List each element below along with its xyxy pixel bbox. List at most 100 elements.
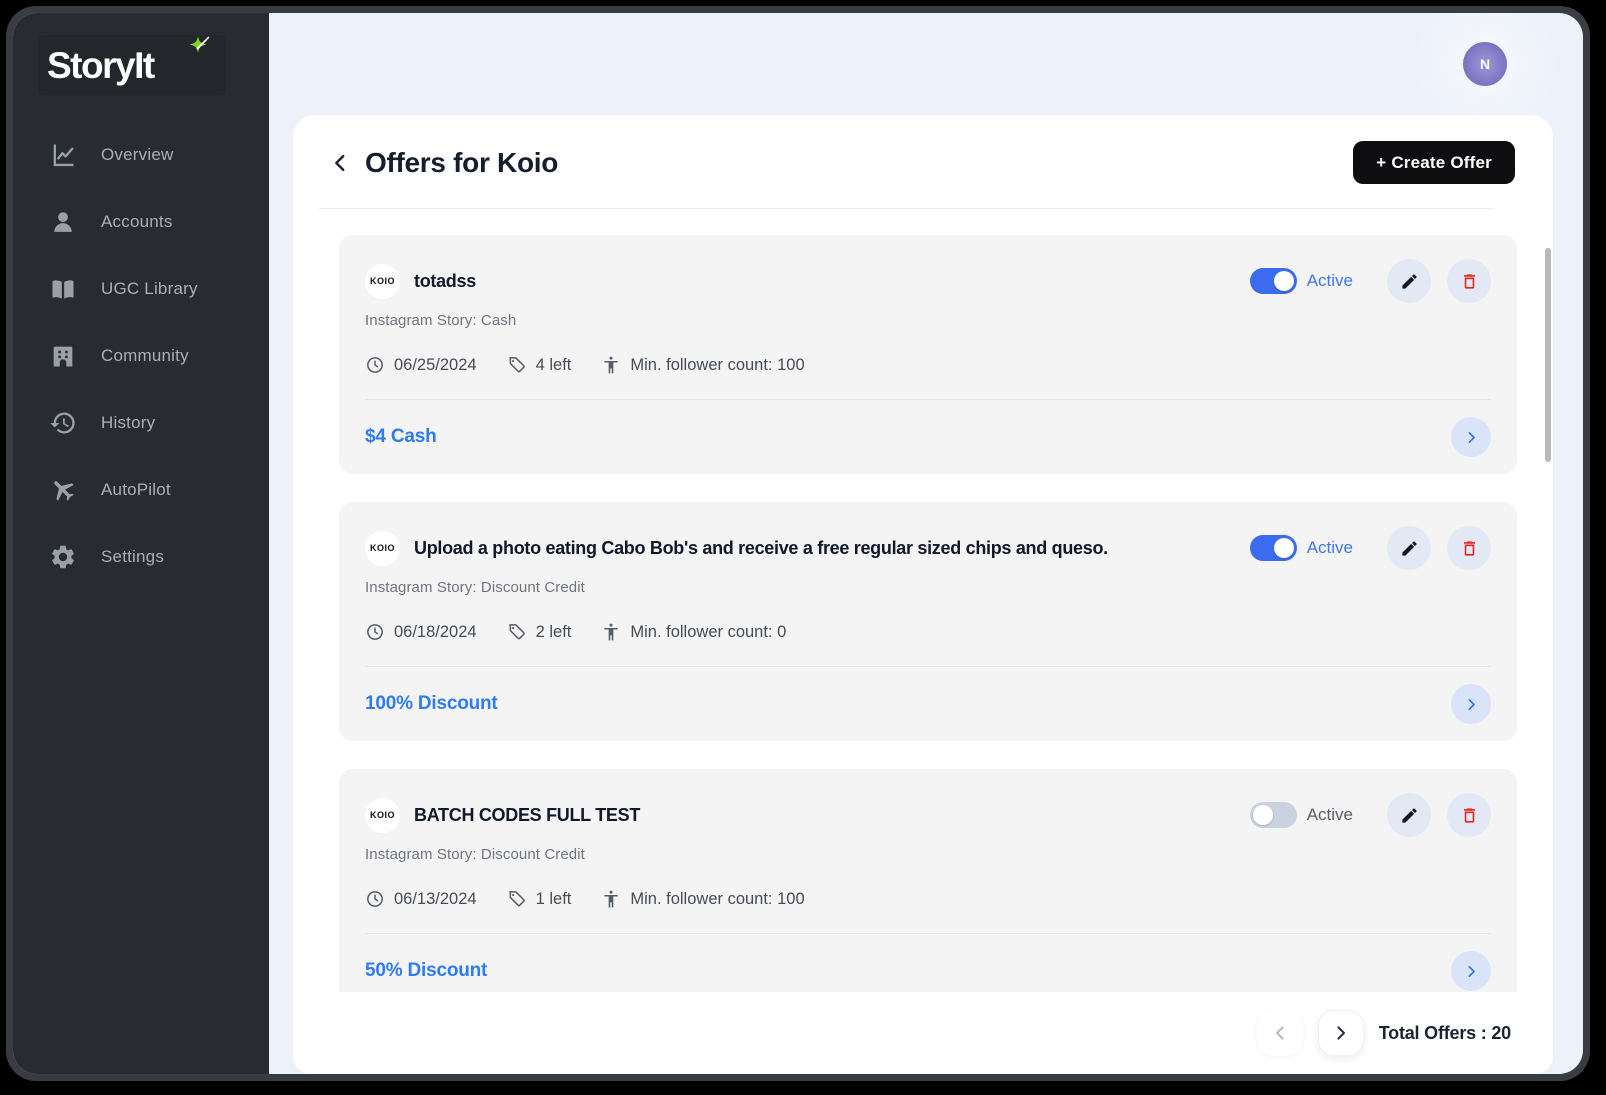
sidebar-item-ugc-library[interactable]: UGC Library — [13, 255, 269, 322]
pagination: Total Offers : 20 — [293, 992, 1553, 1074]
offer-date-value: 06/18/2024 — [394, 623, 477, 642]
pencil-icon — [1400, 539, 1419, 558]
app-window: StoryIt Overview Accounts UGC Library — [6, 6, 1590, 1081]
chevron-left-icon — [1271, 1024, 1289, 1042]
delete-offer-button[interactable] — [1447, 259, 1491, 303]
logo-star-icon — [183, 33, 213, 63]
offer-title: BATCH CODES FULL TEST — [414, 805, 1234, 826]
offer-card-header: KOIO totadss Active — [365, 259, 1491, 303]
offer-title: totadss — [414, 271, 1234, 292]
next-page-button[interactable] — [1318, 1010, 1364, 1056]
chevron-left-icon — [329, 152, 351, 174]
toggle-knob — [1274, 538, 1294, 558]
app-root: StoryIt Overview Accounts UGC Library — [13, 13, 1583, 1074]
offers-panel: Offers for Koio + Create Offer KOIO tota… — [293, 115, 1553, 1074]
active-toggle[interactable] — [1250, 535, 1297, 561]
brand-badge-label: KOIO — [370, 543, 395, 553]
offer-title: Upload a photo eating Cabo Bob's and rec… — [414, 538, 1234, 559]
delete-offer-button[interactable] — [1447, 793, 1491, 837]
offer-controls: Active — [1250, 793, 1491, 837]
sidebar-item-label: Community — [101, 346, 189, 366]
open-offer-button[interactable] — [1451, 684, 1491, 724]
user-avatar[interactable]: N — [1463, 42, 1507, 86]
open-offer-button[interactable] — [1451, 951, 1491, 991]
previous-page-button[interactable] — [1257, 1010, 1303, 1056]
tag-icon — [507, 622, 527, 642]
offer-date: 06/25/2024 — [365, 355, 477, 375]
chevron-right-icon — [1464, 964, 1479, 979]
toggle-label: Active — [1307, 538, 1353, 558]
sidebar-item-label: UGC Library — [101, 279, 198, 299]
sidebar-item-history[interactable]: History — [13, 389, 269, 456]
clock-icon — [365, 622, 385, 642]
sidebar-item-settings[interactable]: Settings — [13, 523, 269, 590]
main-area: N Offers for Koio + Create Offer KOIO — [269, 13, 1583, 1074]
sidebar-nav: Overview Accounts UGC Library Community … — [13, 121, 269, 590]
create-offer-button[interactable]: + Create Offer — [1353, 141, 1515, 184]
offer-footer: 100% Discount — [365, 667, 1491, 741]
trash-icon — [1460, 539, 1479, 558]
active-toggle[interactable] — [1250, 802, 1297, 828]
sidebar-item-community[interactable]: Community — [13, 322, 269, 389]
sidebar: StoryIt Overview Accounts UGC Library — [13, 13, 269, 1074]
back-button[interactable] — [323, 146, 357, 180]
clock-icon — [365, 889, 385, 909]
offer-min-follower-value: Min. follower count: 100 — [630, 890, 804, 909]
active-toggle[interactable] — [1250, 268, 1297, 294]
offer-remaining: 4 left — [507, 355, 572, 375]
offer-meta: 06/13/2024 1 left Min. follower count: 1… — [365, 889, 1491, 909]
offer-min-follower: Min. follower count: 100 — [601, 889, 804, 909]
offer-remaining-value: 2 left — [536, 623, 572, 642]
chevron-right-icon — [1464, 430, 1479, 445]
offer-card: KOIO BATCH CODES FULL TEST Active Instag… — [339, 769, 1517, 992]
offer-min-follower: Min. follower count: 100 — [601, 355, 804, 375]
page-title: Offers for Koio — [365, 147, 1353, 179]
open-offer-button[interactable] — [1451, 417, 1491, 457]
sidebar-item-label: Settings — [101, 547, 164, 567]
person-figure-icon — [601, 355, 621, 375]
line-chart-icon — [49, 141, 77, 169]
open-book-icon — [49, 275, 77, 303]
offer-controls: Active — [1250, 259, 1491, 303]
toggle-label: Active — [1307, 271, 1353, 291]
sidebar-item-label: Accounts — [101, 212, 173, 232]
delete-offer-button[interactable] — [1447, 526, 1491, 570]
edit-offer-button[interactable] — [1387, 793, 1431, 837]
offer-card: KOIO totadss Active Instagram Story: Cas… — [339, 235, 1517, 474]
sidebar-item-label: AutoPilot — [101, 480, 171, 500]
offer-subtitle: Instagram Story: Discount Credit — [365, 846, 1491, 863]
offer-subtitle: Instagram Story: Discount Credit — [365, 579, 1491, 596]
offer-controls: Active — [1250, 526, 1491, 570]
trash-icon — [1460, 272, 1479, 291]
sidebar-item-autopilot[interactable]: AutoPilot — [13, 456, 269, 523]
offer-meta: 06/18/2024 2 left Min. follower count: 0 — [365, 622, 1491, 642]
offer-remaining: 2 left — [507, 622, 572, 642]
brand-badge: KOIO — [365, 531, 400, 566]
offer-reward: 100% Discount — [365, 693, 498, 715]
person-icon — [49, 208, 77, 236]
brand-badge-label: KOIO — [370, 276, 395, 286]
avatar-initial: N — [1480, 56, 1490, 72]
edit-offer-button[interactable] — [1387, 526, 1431, 570]
offer-min-follower-value: Min. follower count: 100 — [630, 356, 804, 375]
offer-footer: $4 Cash — [365, 400, 1491, 474]
offer-date: 06/18/2024 — [365, 622, 477, 642]
offers-list: KOIO totadss Active Instagram Story: Cas… — [293, 209, 1553, 992]
plane-icon — [49, 476, 77, 504]
toggle-knob — [1274, 271, 1294, 291]
sidebar-item-label: History — [101, 413, 155, 433]
offer-date-value: 06/13/2024 — [394, 890, 477, 909]
tag-icon — [507, 355, 527, 375]
offer-min-follower: Min. follower count: 0 — [601, 622, 786, 642]
sidebar-item-accounts[interactable]: Accounts — [13, 188, 269, 255]
edit-offer-button[interactable] — [1387, 259, 1431, 303]
sidebar-item-overview[interactable]: Overview — [13, 121, 269, 188]
tag-icon — [507, 889, 527, 909]
person-figure-icon — [601, 622, 621, 642]
offer-footer: 50% Discount — [365, 934, 1491, 992]
chevron-right-icon — [1464, 697, 1479, 712]
chevron-right-icon — [1332, 1024, 1350, 1042]
clock-icon — [365, 355, 385, 375]
scrollbar[interactable] — [1545, 248, 1551, 462]
offer-date-value: 06/25/2024 — [394, 356, 477, 375]
